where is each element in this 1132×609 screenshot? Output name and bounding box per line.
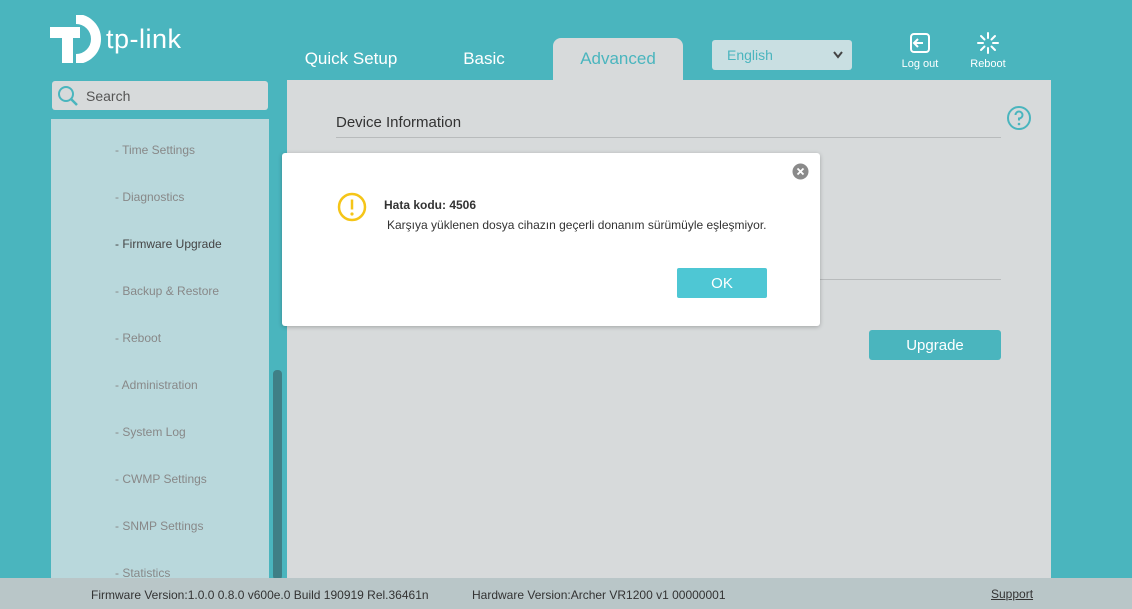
- error-title: Hata kodu: 4506: [384, 198, 477, 212]
- sidebar-item-backup-restore[interactable]: - Backup & Restore: [115, 284, 219, 298]
- error-dialog: Hata kodu: 4506 Karşıya yüklenen dosya c…: [282, 153, 820, 326]
- language-select[interactable]: English: [712, 40, 852, 70]
- tp-link-logo-icon: [50, 15, 102, 63]
- sidebar-item-reboot[interactable]: - Reboot: [115, 331, 161, 345]
- logo-text: tp-link: [106, 23, 182, 54]
- tab-basic[interactable]: Basic: [420, 38, 548, 80]
- sidebar-item-time-settings[interactable]: - Time Settings: [115, 143, 195, 157]
- help-icon[interactable]: [1006, 105, 1032, 136]
- upgrade-button[interactable]: Upgrade: [869, 330, 1001, 360]
- sidebar-item-snmp-settings[interactable]: - SNMP Settings: [115, 519, 203, 533]
- close-icon[interactable]: [792, 163, 809, 185]
- sidebar: - Time Settings - Diagnostics - Firmware…: [51, 119, 269, 579]
- logout-icon: [910, 33, 930, 53]
- warning-icon: [337, 192, 367, 227]
- footer: Firmware Version:1.0.0 0.8.0 v600e.0 Bui…: [0, 578, 1132, 609]
- section-divider: [336, 137, 1001, 138]
- sidebar-item-diagnostics[interactable]: - Diagnostics: [115, 190, 184, 204]
- sidebar-item-firmware-upgrade[interactable]: - Firmware Upgrade: [115, 237, 222, 251]
- section-title: Device Information: [336, 114, 462, 131]
- error-message: Karşıya yüklenen dosya cihazın geçerli d…: [387, 218, 767, 232]
- chevron-down-icon: [832, 40, 844, 81]
- sidebar-item-administration[interactable]: - Administration: [115, 378, 198, 392]
- search-icon: [58, 86, 78, 106]
- reboot-button[interactable]: Reboot: [958, 32, 1018, 70]
- main-tabs: Quick Setup Basic Advanced: [288, 38, 683, 80]
- logout-button[interactable]: Log out: [890, 32, 950, 70]
- reboot-icon: [977, 32, 999, 54]
- search-input[interactable]: Search: [52, 81, 268, 110]
- reboot-label: Reboot: [970, 58, 1006, 70]
- hardware-version: Hardware Version:Archer VR1200 v1 000000…: [472, 588, 726, 602]
- tp-link-logo: tp-link: [50, 14, 182, 64]
- sidebar-scrollbar[interactable]: [273, 370, 282, 580]
- search-placeholder: Search: [86, 88, 131, 104]
- sidebar-item-cwmp-settings[interactable]: - CWMP Settings: [115, 472, 207, 486]
- field-divider: [820, 279, 1001, 280]
- language-selected: English: [727, 47, 773, 63]
- ok-button[interactable]: OK: [677, 268, 767, 298]
- firmware-version: Firmware Version:1.0.0 0.8.0 v600e.0 Bui…: [91, 588, 429, 602]
- sidebar-item-system-log[interactable]: - System Log: [115, 425, 186, 439]
- tab-quick-setup[interactable]: Quick Setup: [288, 38, 414, 80]
- support-link[interactable]: Support: [991, 587, 1033, 601]
- tab-advanced[interactable]: Advanced: [553, 38, 683, 80]
- logout-label: Log out: [901, 58, 939, 70]
